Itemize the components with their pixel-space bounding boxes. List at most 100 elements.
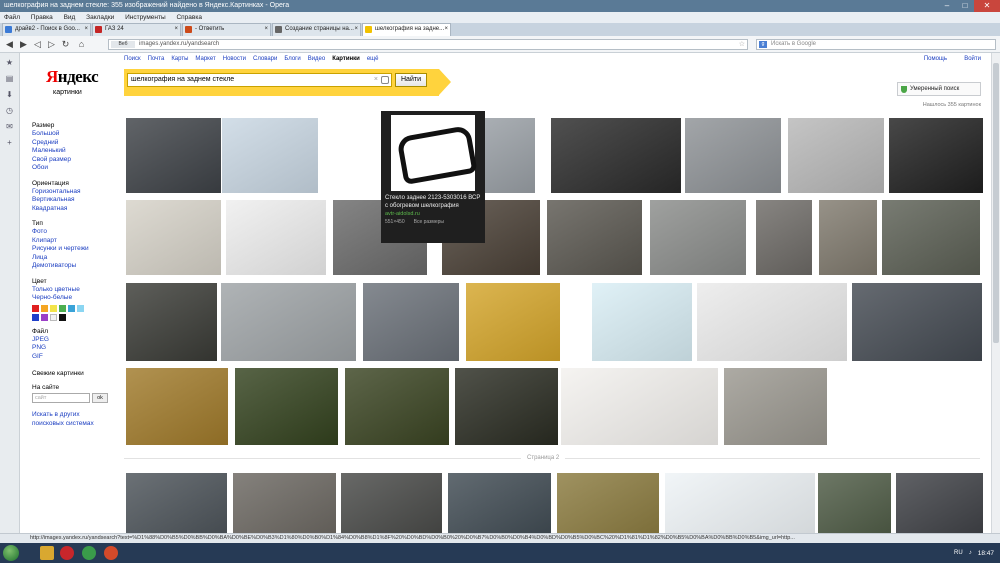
color-swatch[interactable] [68, 304, 75, 312]
language-indicator[interactable]: RU [954, 550, 963, 556]
type-drawings[interactable]: Рисунки и чертежи [32, 245, 122, 254]
orient-horizontal[interactable]: Горизонтальная [32, 188, 122, 197]
app-icon[interactable] [104, 546, 118, 560]
add-panel-icon[interactable]: + [6, 139, 14, 147]
type-photo[interactable]: Фото [32, 228, 122, 237]
notes-icon[interactable]: ▤ [6, 75, 14, 83]
image-thumbnail[interactable] [547, 200, 642, 275]
find-button[interactable]: Найти [395, 73, 427, 87]
safe-search-toggle[interactable]: Умеренный поиск [897, 82, 981, 96]
tab-create-page[interactable]: Создание страницы на... × [272, 23, 361, 36]
color-swatch[interactable] [77, 304, 84, 312]
close-icon[interactable]: ✕ [974, 0, 1000, 12]
image-thumbnail[interactable] [756, 200, 812, 275]
mail-icon[interactable]: ✉ [6, 123, 14, 131]
image-thumbnail[interactable] [126, 368, 228, 445]
image-thumbnail[interactable] [126, 283, 217, 361]
size-custom[interactable]: Свой размер [32, 156, 122, 165]
image-thumbnail[interactable] [363, 283, 459, 361]
orient-square[interactable]: Квадратная [32, 205, 122, 214]
rewind-icon[interactable]: ◁ [32, 39, 43, 50]
tab-close-icon[interactable]: × [264, 24, 268, 35]
image-preview-popup[interactable]: Стекло заднее 2123-5303016 ВСР с обогрев… [381, 111, 485, 243]
menu-edit[interactable]: Правка [31, 14, 53, 21]
start-button[interactable] [3, 545, 19, 561]
home-icon[interactable]: ⌂ [76, 39, 87, 50]
similar-link[interactable]: Свежие картинки [32, 370, 122, 377]
file-jpeg[interactable]: JPEG [32, 336, 122, 345]
image-thumbnail[interactable] [221, 283, 356, 361]
minimize-icon[interactable]: – [938, 0, 956, 12]
image-thumbnail[interactable] [697, 283, 847, 361]
web-search-field[interactable]: g Искать в Google [756, 39, 996, 50]
color-swatch[interactable] [59, 313, 66, 321]
history-icon[interactable]: ◷ [6, 107, 14, 115]
image-thumbnail[interactable] [226, 200, 326, 275]
tab-close-icon[interactable]: × [444, 24, 448, 35]
image-thumbnail[interactable] [788, 118, 884, 193]
bookmarks-star-icon[interactable]: ★ [6, 59, 14, 67]
size-small[interactable]: Маленький [32, 147, 122, 156]
preview-image[interactable] [391, 115, 475, 191]
image-thumbnail[interactable] [685, 118, 781, 193]
color-swatch[interactable] [59, 304, 66, 312]
tab-close-icon[interactable]: × [354, 24, 358, 35]
forward-icon[interactable]: ▶ [18, 39, 29, 50]
other-systems-link[interactable]: Искать в других поисковых системах [32, 411, 112, 428]
tab-reply[interactable]: - Ответить × [182, 23, 271, 36]
preview-size[interactable]: 551×450 [385, 219, 405, 225]
service-maps[interactable]: Карты [171, 56, 188, 62]
opera-icon[interactable] [60, 546, 74, 560]
size-wallpapers[interactable]: Обои [32, 164, 122, 173]
image-thumbnail[interactable] [889, 118, 983, 193]
type-faces[interactable]: Лица [32, 254, 122, 263]
site-ok-button[interactable]: ok [92, 393, 108, 403]
downloads-icon[interactable]: ⬇ [6, 91, 14, 99]
service-news[interactable]: Новости [223, 56, 246, 62]
type-demotivators[interactable]: Демотиваторы [32, 262, 122, 271]
yandex-logo[interactable]: Яндекс [46, 67, 99, 87]
explorer-icon[interactable] [40, 546, 54, 560]
image-thumbnail[interactable] [551, 118, 681, 193]
menu-bookmarks[interactable]: Закладки [86, 14, 114, 21]
tab-close-icon[interactable]: × [174, 24, 178, 35]
tab-gaz24[interactable]: ГАЗ 24 × [92, 23, 181, 36]
login-link[interactable]: Войти [964, 56, 981, 62]
color-swatch[interactable] [41, 313, 48, 321]
image-thumbnail[interactable] [650, 200, 746, 275]
image-thumbnail[interactable] [819, 200, 877, 275]
preview-all-sizes[interactable]: Все размеры [414, 219, 444, 225]
color-only[interactable]: Только цветные [32, 286, 122, 295]
size-large[interactable]: Большой [32, 130, 122, 139]
service-blogs[interactable]: Блоги [284, 56, 300, 62]
camera-icon[interactable] [381, 76, 389, 84]
menu-tools[interactable]: Инструменты [125, 14, 166, 21]
color-bw[interactable]: Черно-белые [32, 294, 122, 303]
address-bar[interactable]: Веб images.yandex.ru/yandsearch ☆ [108, 39, 748, 50]
image-thumbnail[interactable] [455, 368, 558, 445]
image-thumbnail[interactable] [852, 283, 982, 361]
service-market[interactable]: Маркет [195, 56, 215, 62]
maximize-icon[interactable]: □ [956, 0, 974, 12]
menu-file[interactable]: Файл [4, 14, 20, 21]
bookmark-star-icon[interactable]: ☆ [739, 40, 745, 49]
image-thumbnail[interactable] [222, 118, 318, 193]
service-video[interactable]: Видео [308, 56, 326, 62]
orient-vertical[interactable]: Вертикальная [32, 196, 122, 205]
image-thumbnail[interactable] [724, 368, 827, 445]
service-mail[interactable]: Почта [148, 56, 165, 62]
image-thumbnail[interactable] [126, 200, 221, 275]
color-swatch[interactable] [50, 304, 57, 312]
type-clipart[interactable]: Клипарт [32, 237, 122, 246]
color-swatch[interactable] [41, 304, 48, 312]
volume-icon[interactable]: ♪ [969, 550, 972, 556]
vertical-scrollbar[interactable] [991, 53, 1000, 543]
size-medium[interactable]: Средний [32, 139, 122, 148]
color-swatch[interactable] [32, 304, 39, 312]
clear-icon[interactable]: × [374, 74, 378, 86]
help-link[interactable]: Помощь [924, 56, 947, 62]
tab-yandex-images[interactable]: шелкография на задне... × [362, 23, 451, 36]
search-input[interactable]: шелкография на заднем стекле × [127, 73, 392, 87]
fastforward-icon[interactable]: ▷ [46, 39, 57, 50]
menu-help[interactable]: Справка [176, 14, 202, 21]
